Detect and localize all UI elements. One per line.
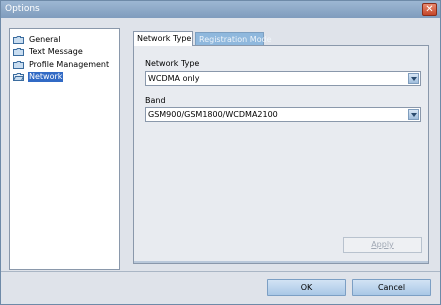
options-tree: General Text Message Profile Management … bbox=[9, 28, 120, 270]
band-dropdown-button[interactable] bbox=[408, 109, 419, 120]
divider bbox=[134, 261, 428, 263]
chevron-down-icon bbox=[411, 77, 417, 81]
tree-item-label: General bbox=[29, 34, 61, 44]
close-icon: ✕ bbox=[425, 4, 434, 15]
folder-icon bbox=[13, 47, 24, 56]
tree-item-label: Network bbox=[28, 71, 64, 82]
window-title: Options bbox=[5, 4, 40, 14]
folder-icon bbox=[13, 60, 24, 69]
network-type-dropdown-button[interactable] bbox=[408, 73, 419, 84]
title-bar[interactable]: Options ✕ bbox=[1, 1, 440, 18]
tab-registration-mode[interactable]: Registration Mode bbox=[195, 32, 272, 46]
tree-item-label: Profile Management bbox=[29, 59, 110, 69]
tree-item-profile-management[interactable]: Profile Management bbox=[13, 59, 110, 70]
options-window: Options ✕ General Text Message Profile M… bbox=[0, 0, 441, 305]
network-type-label: Network Type bbox=[145, 59, 200, 68]
network-type-value: WCDMA only bbox=[148, 74, 200, 83]
band-select[interactable]: GSM900/GSM1800/WCDMA2100 bbox=[145, 107, 421, 122]
apply-button[interactable]: Apply bbox=[343, 237, 422, 253]
network-type-select[interactable]: WCDMA only bbox=[145, 71, 421, 86]
folder-icon bbox=[13, 35, 24, 44]
band-label: Band bbox=[145, 96, 166, 105]
footer-divider bbox=[1, 271, 440, 272]
ok-button[interactable]: OK bbox=[267, 279, 346, 296]
cancel-button[interactable]: Cancel bbox=[352, 279, 431, 296]
tab-network-type[interactable]: Network Type bbox=[133, 31, 193, 46]
close-button[interactable]: ✕ bbox=[422, 3, 437, 16]
band-value: GSM900/GSM1800/WCDMA2100 bbox=[148, 110, 278, 119]
tab-panel: Network Type WCDMA only Band GSM900/GSM1… bbox=[133, 45, 429, 264]
folder-open-icon bbox=[13, 72, 24, 81]
tree-item-label: Text Message bbox=[29, 46, 83, 56]
chevron-down-icon bbox=[411, 113, 417, 117]
tree-item-general[interactable]: General bbox=[13, 34, 62, 45]
tree-item-text-message[interactable]: Text Message bbox=[13, 46, 84, 57]
tree-item-network[interactable]: Network bbox=[13, 71, 64, 82]
